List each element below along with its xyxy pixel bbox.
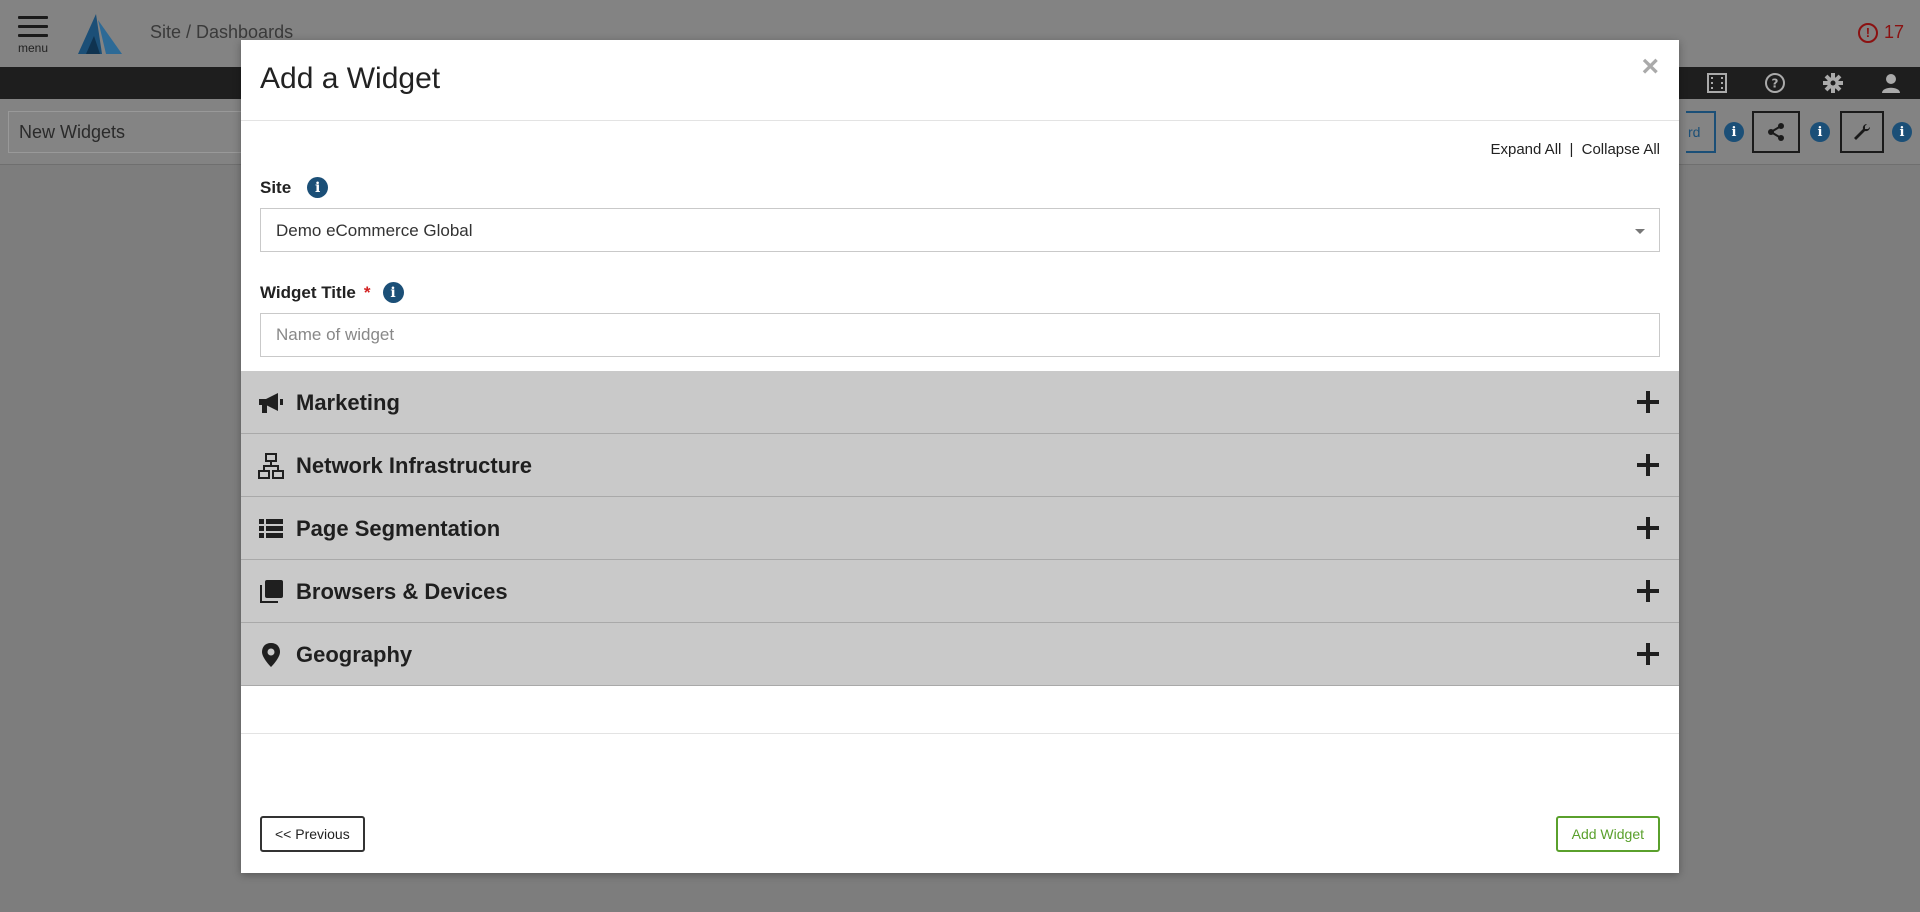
separator: |	[1569, 141, 1574, 158]
list-icon	[259, 519, 283, 538]
category-label: Browsers & Devices	[296, 579, 508, 604]
alerts-indicator[interactable]: ! 17	[1857, 22, 1904, 43]
tools-button[interactable]	[1840, 111, 1884, 153]
info-icon[interactable]: i	[1810, 122, 1830, 142]
clone-icon	[260, 580, 283, 603]
add-widget-button[interactable]: Add Widget	[1555, 816, 1660, 852]
film-icon	[1707, 73, 1727, 93]
alert-count: 17	[1883, 22, 1904, 42]
previous-button[interactable]: << Previous	[260, 816, 365, 852]
question-icon: ?	[1765, 73, 1785, 93]
close-icon[interactable]: ×	[1641, 52, 1659, 82]
megaphone-icon	[259, 393, 283, 413]
add-widget-modal: Add a Widget × Expand All | Collapse All…	[241, 40, 1679, 873]
plus-icon[interactable]	[1637, 517, 1659, 539]
caret-down-icon	[1635, 229, 1645, 234]
film-button[interactable]	[1688, 67, 1746, 99]
category-label: Page Segmentation	[296, 516, 501, 541]
divider	[241, 733, 1679, 734]
hamburger-icon	[14, 12, 52, 37]
category-browsers-devices[interactable]: Browsers & Devices	[241, 560, 1679, 623]
modal-header: Add a Widget ×	[241, 40, 1679, 121]
menu-label: menu	[17, 41, 49, 55]
info-icon[interactable]: i	[1892, 122, 1912, 142]
collapse-all-link[interactable]: Collapse All	[1582, 141, 1660, 158]
map-marker-icon	[262, 643, 280, 667]
dashboard-select[interactable]: New Widgets	[8, 111, 243, 153]
category-label: Marketing	[296, 390, 400, 415]
widget-title-input[interactable]	[260, 313, 1660, 357]
info-icon[interactable]: i	[1724, 122, 1744, 142]
category-page-segmentation[interactable]: Page Segmentation	[241, 497, 1679, 560]
info-icon[interactable]: i	[307, 177, 329, 198]
expand-collapse-controls: Expand All | Collapse All	[1490, 141, 1660, 158]
widget-title-label: Widget Title * i	[260, 282, 404, 303]
logo-icon[interactable]	[76, 12, 124, 56]
widget-category-accordion: Marketing Network Infrastructure Page Se…	[241, 371, 1679, 686]
category-label: Geography	[296, 642, 413, 667]
expand-all-link[interactable]: Expand All	[1490, 141, 1561, 158]
category-network-infrastructure[interactable]: Network Infrastructure	[241, 434, 1679, 497]
plus-icon[interactable]	[1637, 391, 1659, 413]
dashboard-action-button[interactable]: rd	[1686, 111, 1716, 153]
gear-icon	[1823, 73, 1843, 93]
wrench-icon	[1854, 123, 1871, 140]
share-icon	[1768, 123, 1784, 141]
site-label: Site i	[260, 177, 329, 198]
alert-icon: !	[1857, 22, 1878, 43]
category-label: Network Infrastructure	[296, 453, 532, 478]
help-button[interactable]: ?	[1746, 67, 1804, 99]
settings-button[interactable]	[1804, 67, 1862, 99]
category-geography[interactable]: Geography	[241, 623, 1679, 686]
user-icon	[1882, 74, 1900, 93]
share-button[interactable]	[1752, 111, 1800, 153]
menu-button[interactable]: menu	[14, 12, 52, 60]
plus-icon[interactable]	[1637, 643, 1659, 665]
required-mark: *	[363, 282, 371, 302]
category-marketing[interactable]: Marketing	[241, 371, 1679, 434]
site-select[interactable]: Demo eCommerce Global	[260, 208, 1660, 252]
svg-text:?: ?	[1772, 77, 1779, 91]
network-icon	[258, 453, 284, 479]
info-icon[interactable]: i	[382, 282, 404, 303]
user-button[interactable]	[1862, 67, 1920, 99]
plus-icon[interactable]	[1637, 580, 1659, 602]
plus-icon[interactable]	[1637, 454, 1659, 476]
modal-title: Add a Widget	[260, 62, 441, 95]
